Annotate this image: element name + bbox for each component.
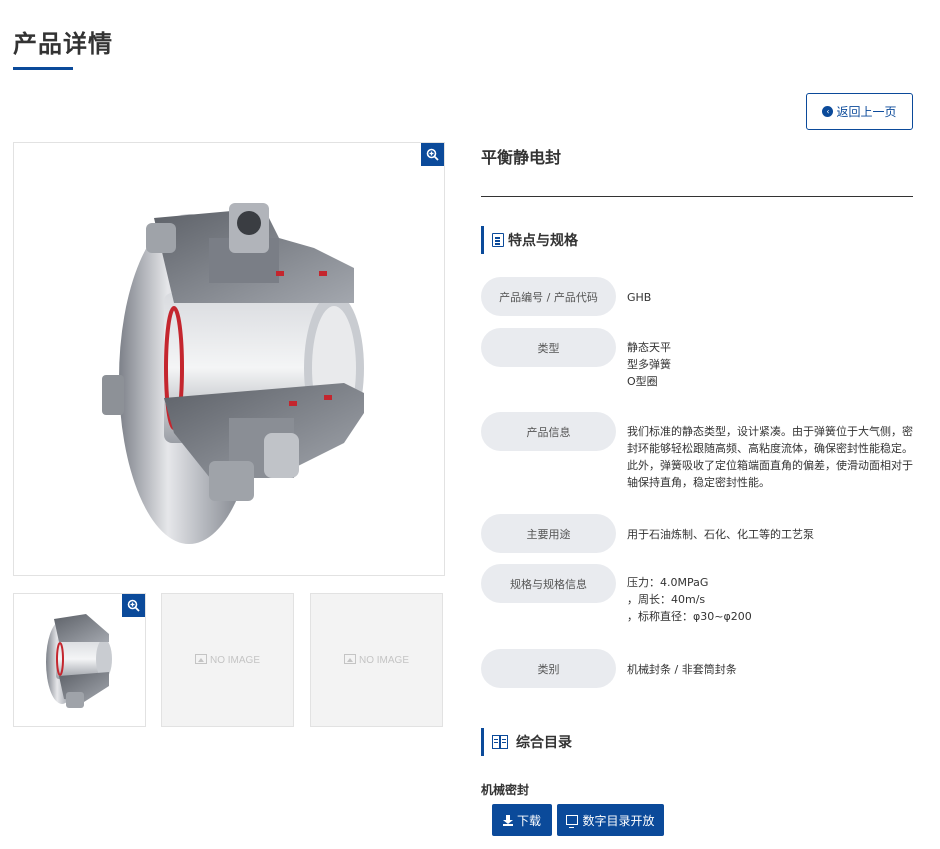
divider [481, 196, 913, 197]
spec-label: 规格与规格信息 [481, 564, 616, 603]
specs-heading: 特点与规格 [481, 226, 578, 254]
zoom-in-button[interactable] [421, 143, 444, 166]
title-underline [13, 67, 73, 70]
spec-value-line: 静态天平 [627, 341, 671, 354]
spec-value: 用于石油炼制、石化、化工等的工艺泵 [627, 526, 913, 543]
mechanical-seal-illustration [102, 203, 364, 544]
specs-heading-text: 特点与规格 [508, 233, 578, 249]
spec-value-line: GHB [627, 291, 652, 304]
thumbnail-2[interactable]: NO IMAGE [161, 593, 294, 727]
spec-value-line: 型多弹簧 [627, 358, 671, 371]
spec-value-line: 我们标准的静态类型，设计紧凑。由于弹簧位于大气侧，密封环能够轻松跟随高频、高粘度… [627, 425, 913, 489]
main-product-image[interactable] [13, 142, 445, 576]
back-button-label: 返回上一页 [836, 105, 897, 119]
thumbnail-3[interactable]: NO IMAGE [310, 593, 443, 727]
no-image-placeholder: NO IMAGE [311, 654, 442, 666]
catalog-heading: 综合目录 [481, 728, 572, 756]
spec-value-line: ，周长：40m/s [627, 593, 706, 606]
zoom-in-icon [426, 148, 439, 161]
spec-value: 压力：4.0MPaG ，周长：40m/s ，标称直径：φ30~φ200 [627, 574, 913, 625]
spec-label: 产品编号 / 产品代码 [481, 277, 616, 316]
back-button[interactable]: ‹ 返回上一页 [806, 93, 913, 130]
spec-value: GHB [627, 289, 913, 306]
arrow-left-circle-icon: ‹ [822, 106, 834, 117]
download-button[interactable]: 下载 [492, 804, 552, 836]
digital-catalog-button[interactable]: 数字目录开放 [557, 804, 664, 836]
image-icon [194, 654, 207, 664]
spec-value: 机械封条 / 非套筒封条 [627, 661, 913, 678]
spec-label: 类别 [481, 649, 616, 688]
no-image-placeholder: NO IMAGE [162, 654, 293, 666]
no-image-text: NO IMAGE [209, 655, 260, 666]
spec-value: 我们标准的静态类型，设计紧凑。由于弹簧位于大气侧，密封环能够轻松跟随高频、高粘度… [627, 423, 913, 491]
thumbnail-1[interactable] [13, 593, 146, 727]
spec-value: 静态天平 型多弹簧 O型圈 [627, 339, 913, 390]
heading-accent-bar [481, 728, 484, 756]
image-icon [343, 654, 356, 664]
product-name: 平衡静电封 [481, 148, 562, 167]
download-icon [502, 814, 513, 826]
download-button-label: 下载 [516, 813, 541, 828]
spec-label: 产品信息 [481, 412, 616, 451]
catalog-item-title: 机械密封 [481, 783, 530, 797]
book-icon [492, 735, 508, 749]
document-icon [492, 233, 504, 247]
zoom-in-icon [127, 599, 140, 612]
heading-accent-bar [481, 226, 484, 254]
thumbnail-zoom-button[interactable] [122, 594, 145, 617]
digital-catalog-button-label: 数字目录开放 [582, 813, 655, 828]
spec-value-line: 机械封条 / 非套筒封条 [627, 663, 737, 676]
catalog-heading-text: 综合目录 [516, 735, 572, 751]
spec-value-line: ，标称直径：φ30~φ200 [627, 610, 752, 623]
spec-value-line: O型圈 [627, 375, 658, 388]
monitor-icon [566, 815, 579, 828]
spec-value-line: 压力：4.0MPaG [627, 576, 709, 589]
page-title: 产品详情 [13, 30, 113, 58]
spec-label: 类型 [481, 328, 616, 367]
no-image-text: NO IMAGE [358, 655, 409, 666]
spec-value-line: 用于石油炼制、石化、化工等的工艺泵 [627, 528, 814, 541]
spec-label: 主要用途 [481, 514, 616, 553]
